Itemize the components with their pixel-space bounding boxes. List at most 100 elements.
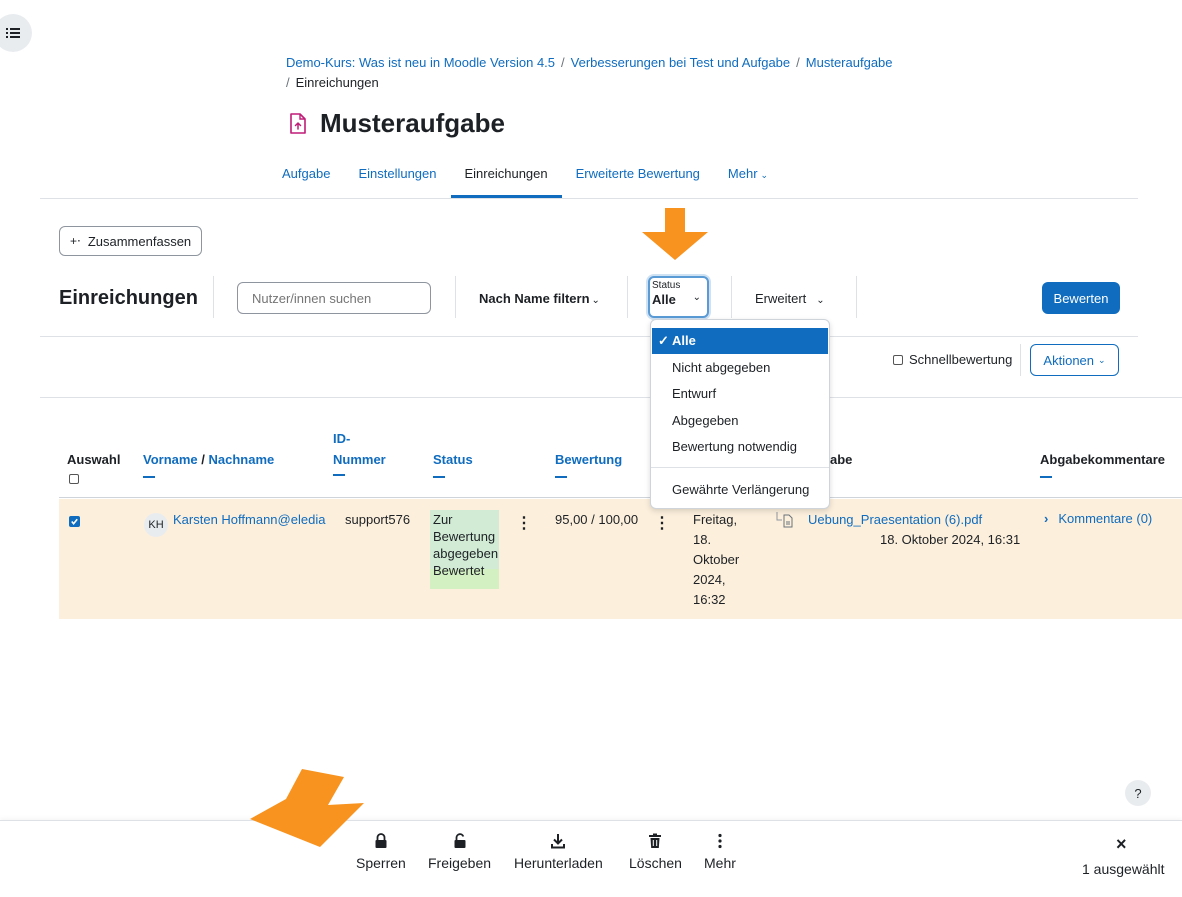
highlight-arrow-icon [250, 769, 364, 847]
breadcrumb-course[interactable]: Demo-Kurs: Was ist neu in Moodle Version… [286, 55, 555, 70]
download-label: Herunterladen [514, 855, 603, 871]
comments-header-label: Abgabekommentare [1040, 452, 1165, 467]
status-line: abgegeben [433, 546, 499, 561]
sort-lastname-link[interactable]: Nachname [209, 452, 275, 467]
status-option-verlaengerung[interactable]: Gewährte Verlängerung [651, 477, 829, 503]
unlock-icon [454, 833, 466, 848]
toolbar-divider [213, 276, 214, 318]
summarize-button[interactable]: +⋅ Zusammenfassen [59, 226, 203, 256]
modified-line: 2024, [693, 572, 726, 587]
chevron-right-icon: › [1044, 511, 1049, 526]
name-filter-dropdown[interactable]: Nach Name filtern ⌄ [479, 291, 600, 306]
lock-icon [375, 833, 387, 848]
sort-firstname-link[interactable]: Vorname [143, 452, 198, 467]
grade-button[interactable]: Bewerten [1042, 282, 1120, 314]
breadcrumb-current: Einreichungen [295, 75, 379, 90]
breadcrumb-assignment[interactable]: Musteraufgabe [806, 55, 893, 70]
status-option-alle[interactable]: ✓ Alle [652, 328, 828, 354]
name-separator: / [197, 452, 209, 467]
submission-file-link[interactable]: Uebung_Praesentation (6).pdf [808, 510, 982, 530]
lock-label: Sperren [356, 855, 406, 871]
status-line: Bewertung [433, 529, 496, 544]
download-button[interactable]: Herunterladen [514, 833, 603, 871]
user-name-link[interactable]: Karsten Hoffmann@eledia [173, 510, 325, 530]
unlock-label: Freigeben [428, 855, 492, 871]
chevron-down-icon: ⌄ [1098, 354, 1106, 365]
select-all-checkbox[interactable] [69, 474, 79, 484]
grade-menu-kebab-icon[interactable]: ⋮ [654, 516, 670, 532]
grade-cell: 95,00 / 100,00 [555, 512, 639, 527]
tab-mehr-label: Mehr [727, 166, 758, 181]
column-header-status[interactable]: Status [433, 451, 473, 478]
file-pdf-icon [776, 512, 793, 528]
modified-line: 16:32 [693, 592, 726, 607]
page-header: Musteraufgabe [288, 108, 505, 139]
unlock-button[interactable]: Freigeben [428, 833, 491, 871]
quickgrade-toggle[interactable]: Schnellbewertung [893, 352, 1012, 367]
status-filter-select[interactable]: Status Alle ⌄ [648, 276, 709, 318]
page-title: Musteraufgabe [320, 108, 505, 138]
check-icon: ✓ [658, 333, 669, 348]
status-header-label: Status [433, 452, 473, 467]
column-header-grade[interactable]: Bewertung [555, 451, 622, 478]
submission-file-date: 18. Oktober 2024, 16:31 [880, 532, 1021, 547]
name-filter-label: Nach Name filtern [479, 291, 590, 306]
breadcrumb-separator: / [561, 55, 565, 70]
toolbar-divider [731, 276, 732, 318]
breadcrumb-separator: / [286, 75, 290, 90]
tab-aufgabe[interactable]: Aufgabe [268, 156, 344, 198]
tab-erweiterte-bewertung[interactable]: Erweiterte Bewertung [562, 156, 714, 198]
help-button[interactable]: ? [1125, 780, 1151, 806]
status-menu-kebab-icon[interactable]: ⋮ [516, 516, 532, 532]
modified-line: 18. [693, 532, 712, 547]
column-header-id[interactable]: ID- Nummer [333, 430, 386, 476]
id-header-line: ID- [333, 431, 351, 446]
id-header-line: Nummer [333, 452, 386, 467]
row-select-checkbox[interactable] [69, 516, 80, 527]
toolbar-divider [627, 276, 628, 318]
tab-mehr[interactable]: Mehr ⌄ [714, 156, 782, 198]
advanced-filter-dropdown[interactable]: Erweitert ⌄ [755, 291, 825, 306]
more-actions-button[interactable]: Mehr [704, 833, 736, 871]
tab-einstellungen[interactable]: Einstellungen [344, 156, 450, 198]
breadcrumb-section[interactable]: Verbesserungen bei Test und Aufgabe [571, 55, 791, 70]
modified-line: Freitag, [693, 512, 738, 527]
close-icon[interactable]: × [1116, 834, 1127, 855]
sort-indicator [433, 476, 445, 478]
advanced-filter-label: Erweitert [755, 291, 807, 306]
chevron-down-icon: ⌄ [692, 292, 701, 303]
toolbar-bottom-divider [40, 336, 1138, 337]
selected-count: 1 ausgewählt [1082, 861, 1165, 877]
status-option-nicht-abgegeben[interactable]: Nicht abgegeben [651, 355, 829, 381]
list-icon [6, 28, 20, 38]
toolbar-divider [1020, 344, 1021, 376]
delete-button[interactable]: Löschen [629, 833, 682, 871]
trash-icon [649, 833, 662, 848]
status-dropdown-menu: ✓ Alle Nicht abgegeben Entwurf Abgegeben… [650, 319, 830, 509]
actions-dropdown-button[interactable]: Aktionen ⌄ [1030, 344, 1119, 376]
course-index-toggle[interactable] [0, 14, 32, 52]
status-option-abgegeben[interactable]: Abgegeben [651, 408, 829, 434]
sort-indicator [333, 474, 345, 476]
nav-divider [40, 198, 1138, 199]
column-header-select: Auswahl [67, 452, 121, 467]
status-option-bewertung-notwendig[interactable]: Bewertung notwendig [651, 434, 829, 460]
comments-label: Kommentare (0) [1058, 511, 1153, 526]
last-modified-cell: Freitag, 18. Oktober 2024, 16:32 [693, 510, 739, 610]
tab-einreichungen[interactable]: Einreichungen [450, 156, 562, 198]
breadcrumb: Demo-Kurs: Was ist neu in Moodle Version… [286, 53, 926, 93]
status-graded: Bewertet [433, 563, 485, 578]
comments-toggle[interactable]: › Kommentare (0) [1044, 511, 1152, 526]
dropdown-divider [651, 467, 829, 468]
status-option-entwurf[interactable]: Entwurf [651, 381, 829, 407]
actions-label: Aktionen [1043, 352, 1095, 368]
sparkle-icon: +⋅ [70, 234, 81, 248]
id-number-cell: support576 [345, 512, 411, 527]
status-filter-label: Status [652, 280, 681, 291]
quickgrade-checkbox[interactable] [893, 354, 903, 365]
chevron-down-icon: ⌄ [760, 170, 769, 180]
status-option-label: Alle [672, 333, 696, 348]
column-header-name: Vorname / Nachname [143, 451, 274, 478]
user-search-input[interactable] [237, 282, 431, 314]
chevron-down-icon: ⌄ [816, 295, 825, 306]
